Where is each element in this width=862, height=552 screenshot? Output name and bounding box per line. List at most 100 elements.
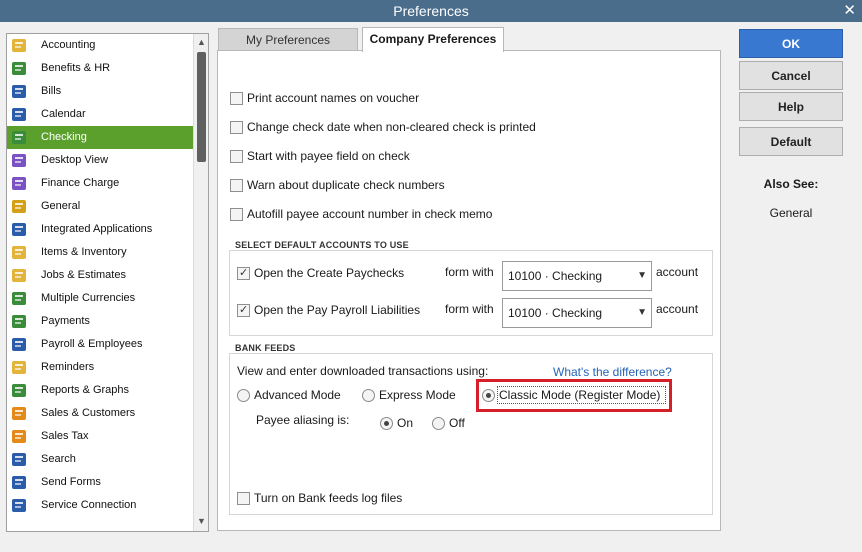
- sidebar-item-label: Accounting: [41, 39, 96, 51]
- sales-tax-icon: [11, 428, 29, 445]
- radio-label: Advanced Mode: [254, 388, 341, 402]
- sidebar-item-label: Calendar: [41, 108, 86, 120]
- option-label: Open the Create Paychecks: [254, 266, 405, 280]
- checkbox[interactable]: [230, 150, 243, 163]
- sidebar-item[interactable]: Search: [7, 448, 193, 471]
- sidebar-item-label: Sales Tax: [41, 430, 89, 442]
- option-label: Turn on Bank feeds log files: [254, 491, 403, 505]
- sidebar-item[interactable]: Payments: [7, 310, 193, 333]
- sidebar-item[interactable]: Service Connection: [7, 494, 193, 517]
- sidebar-item-label: Payroll & Employees: [41, 338, 143, 350]
- jobs-estimates-icon: [11, 267, 29, 284]
- paychecks-account-select[interactable]: 10100 · Checking ▼: [502, 261, 652, 291]
- sidebar-item-label: Integrated Applications: [41, 223, 153, 235]
- radio-label: Express Mode: [379, 388, 456, 402]
- chevron-down-icon: ▼: [637, 307, 647, 318]
- sidebar-item[interactable]: Accounting: [7, 34, 193, 57]
- scroll-down-arrow-icon[interactable]: ▼: [197, 516, 206, 526]
- sidebar-item[interactable]: Multiple Currencies: [7, 287, 193, 310]
- sidebar-item-label: Desktop View: [41, 154, 109, 166]
- sidebar-item-label: Service Connection: [41, 499, 137, 511]
- sidebar-item-label: Benefits & HR: [41, 62, 111, 74]
- sidebar-item-label: Finance Charge: [41, 177, 120, 189]
- whats-the-difference-link[interactable]: What's the difference?: [553, 365, 672, 379]
- radio-button[interactable]: [380, 417, 393, 430]
- reminders-icon: [11, 359, 29, 376]
- form-with-label: form with: [445, 302, 494, 316]
- benefits-hr-icon: [11, 60, 29, 77]
- radio-button[interactable]: [432, 417, 445, 430]
- integrated-applications-icon: [11, 221, 29, 238]
- sidebar-item-label: Jobs & Estimates: [41, 269, 126, 281]
- checkbox[interactable]: [237, 303, 250, 317]
- tab-my-preferences[interactable]: My Preferences: [218, 28, 358, 51]
- option-label: Warn about duplicate check numbers: [247, 178, 445, 192]
- close-icon[interactable]: ✕: [843, 1, 856, 19]
- sidebar-item[interactable]: Desktop View: [7, 149, 193, 172]
- sidebar-item[interactable]: Items & Inventory: [7, 241, 193, 264]
- select-value: 10100 · Checking: [508, 306, 603, 320]
- account-suffix-label: account: [656, 265, 699, 279]
- account-suffix-label: account: [656, 302, 699, 316]
- sidebar-item[interactable]: Sales & Customers: [7, 402, 193, 425]
- reports-graphs-icon: [11, 382, 29, 399]
- sidebar-item[interactable]: Jobs & Estimates: [7, 264, 193, 287]
- sidebar-item[interactable]: Bills: [7, 80, 193, 103]
- checkbox[interactable]: [230, 208, 243, 221]
- ok-button[interactable]: OK: [739, 29, 843, 58]
- checkbox[interactable]: [237, 266, 250, 280]
- general-icon: [11, 198, 29, 215]
- sidebar-item-label: Bills: [41, 85, 62, 97]
- sidebar-item[interactable]: Benefits & HR: [7, 57, 193, 80]
- scrollbar-thumb[interactable]: [197, 52, 206, 162]
- sidebar-item[interactable]: Reports & Graphs: [7, 379, 193, 402]
- scroll-up-arrow-icon[interactable]: ▲: [197, 37, 206, 47]
- payroll-liabilities-account-select[interactable]: 10100 · Checking ▼: [502, 298, 652, 328]
- vertical-scrollbar[interactable]: ▲ ▼: [193, 34, 208, 531]
- payroll-employees-icon: [11, 336, 29, 353]
- option-label: Print account names on voucher: [247, 91, 420, 105]
- checkbox[interactable]: [230, 92, 243, 105]
- bank-feeds-prompt: View and enter downloaded transactions u…: [237, 364, 489, 378]
- checkbox[interactable]: [230, 121, 243, 134]
- desktop-view-icon: [11, 152, 29, 169]
- radio-label: Off: [449, 416, 465, 430]
- sidebar-item[interactable]: Send Forms: [7, 471, 193, 494]
- option-label: Open the Pay Payroll Liabilities: [254, 303, 421, 317]
- search-icon: [11, 451, 29, 468]
- sidebar-item[interactable]: Calendar: [7, 103, 193, 126]
- sidebar-item-label: Sales & Customers: [41, 407, 136, 419]
- sidebar-item[interactable]: General: [7, 195, 193, 218]
- checkbox[interactable]: [237, 492, 250, 505]
- sidebar-item-label: Multiple Currencies: [41, 292, 136, 304]
- sidebar-item[interactable]: Payroll & Employees: [7, 333, 193, 356]
- radio-button[interactable]: [482, 389, 495, 402]
- cancel-button[interactable]: Cancel: [739, 61, 843, 90]
- sidebar-item[interactable]: Integrated Applications: [7, 218, 193, 241]
- form-with-label: form with: [445, 265, 494, 279]
- checkbox[interactable]: [230, 179, 243, 192]
- sidebar-item[interactable]: Sales Tax: [7, 425, 193, 448]
- items-inventory-icon: [11, 244, 29, 261]
- window-title: Preferences: [393, 3, 469, 19]
- send-forms-icon: [11, 474, 29, 491]
- sidebar-item-label: Reports & Graphs: [41, 384, 130, 396]
- radio-button[interactable]: [362, 389, 375, 402]
- also-see-general-link[interactable]: General: [739, 206, 843, 220]
- checking-icon: [11, 129, 29, 146]
- sidebar-item-label: General: [41, 200, 81, 212]
- sidebar-item-label: Send Forms: [41, 476, 101, 488]
- radio-label: Classic Mode (Register Mode): [499, 388, 661, 402]
- title-bar: Preferences ✕: [0, 0, 862, 22]
- option-label: Change check date when non-cleared check…: [247, 120, 536, 134]
- default-button[interactable]: Default: [739, 127, 843, 156]
- sidebar-item[interactable]: Checking: [7, 126, 193, 149]
- sidebar-item[interactable]: Finance Charge: [7, 172, 193, 195]
- calendar-icon: [11, 106, 29, 123]
- sidebar-item[interactable]: Reminders: [7, 356, 193, 379]
- help-button[interactable]: Help: [739, 92, 843, 121]
- bank-feeds-section-title: BANK FEEDS: [235, 343, 296, 353]
- tab-company-preferences[interactable]: Company Preferences: [362, 27, 504, 52]
- sidebar-item-label: Search: [41, 453, 76, 465]
- radio-button[interactable]: [237, 389, 250, 402]
